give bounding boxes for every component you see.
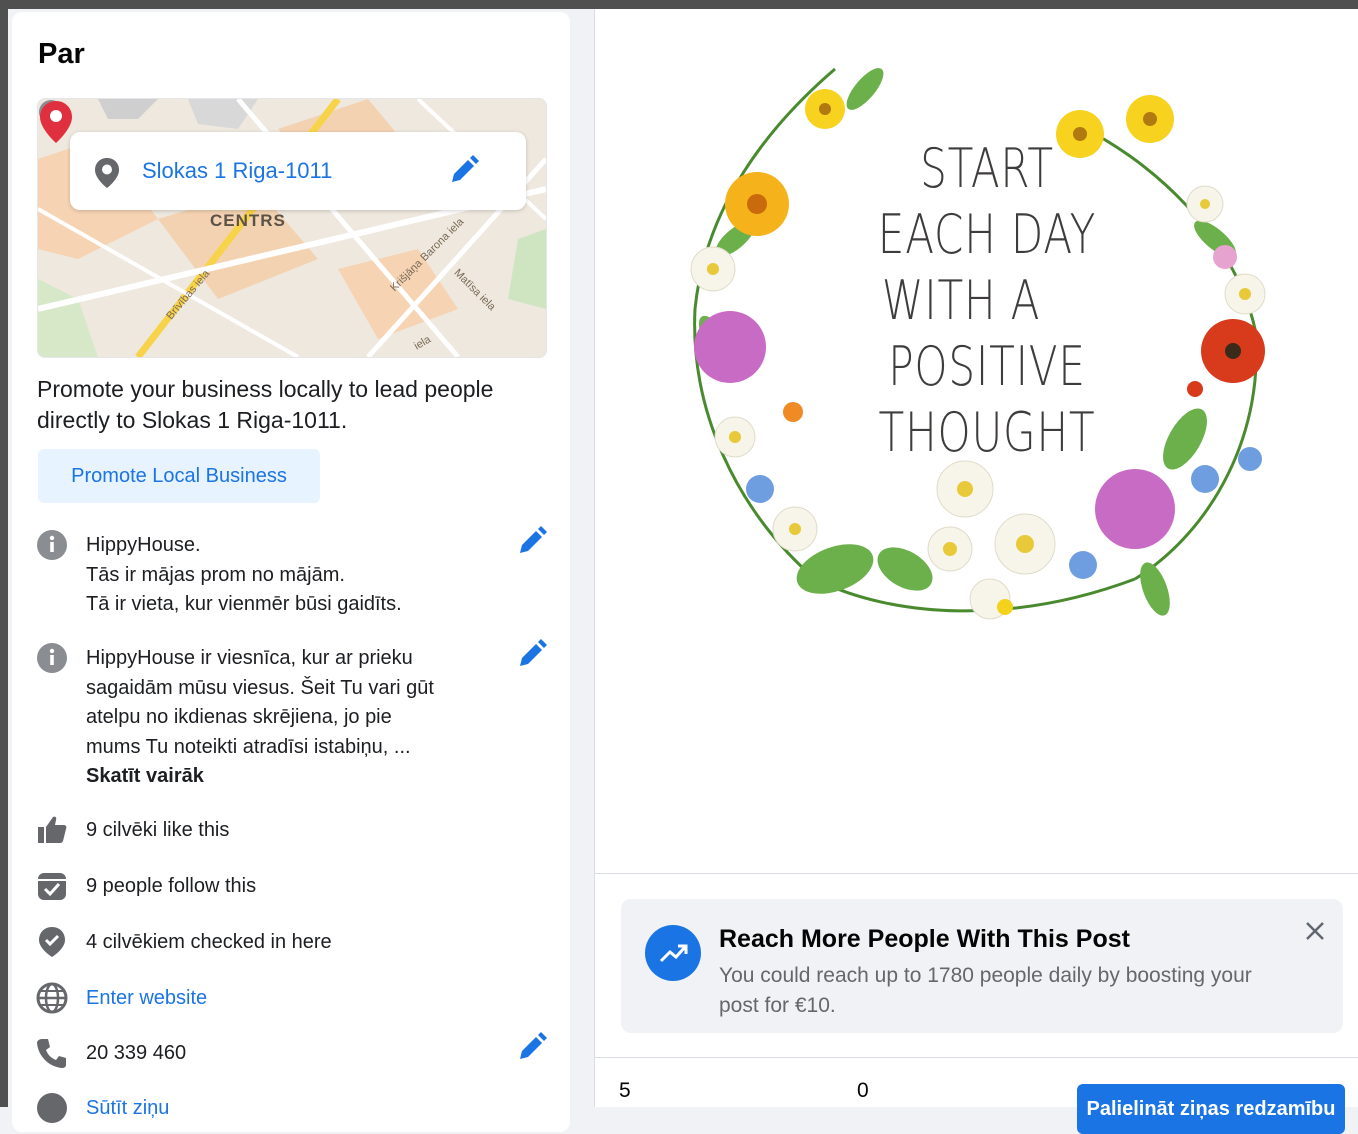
post-image[interactable]: START EACH DAY WITH A POSITIVE THOUGHT [595, 9, 1358, 873]
post-stat-engagements: 0 [857, 1079, 869, 1102]
pencil-icon[interactable] [446, 154, 480, 188]
description-text: HippyHouse ir viesnīca, kur ar prieku sa… [86, 644, 496, 792]
boost-body: You could reach up to 1780 people daily … [719, 964, 1252, 1017]
checkins-row: 4 cilvēkiem checked in here [36, 926, 566, 958]
promote-local-business-button[interactable]: Promote Local Business [38, 449, 320, 503]
website-row: Enter website [36, 982, 566, 1014]
quote-line: WITH A [881, 269, 1041, 332]
divider [595, 873, 1358, 874]
follows-row: 9 people follow this [36, 870, 566, 902]
pencil-icon[interactable] [514, 638, 548, 672]
boost-title: Reach More People With This Post [719, 925, 1130, 953]
intro-text: HippyHouse. Tās ir mājas prom no mājām. … [86, 534, 402, 615]
pencil-icon[interactable] [514, 1031, 548, 1065]
map-marker-icon [40, 101, 72, 143]
likes-text: 9 cilvēki like this [86, 819, 230, 841]
phone-row: 20 339 460 [36, 1032, 566, 1069]
boost-post-button[interactable]: Palielināt ziņas redzamību [1077, 1084, 1345, 1134]
follow-check-icon [38, 873, 66, 900]
phone-text: 20 339 460 [86, 1042, 187, 1064]
top-frame [0, 0, 1358, 9]
enter-website-link[interactable]: Enter website [86, 984, 496, 1014]
phone-icon [37, 1039, 66, 1068]
info-icon [37, 643, 67, 673]
globe-icon [36, 982, 68, 1014]
send-message-link[interactable]: Sūtīt ziņu [86, 1094, 496, 1124]
info-icon [37, 530, 67, 560]
location-pin-icon [95, 158, 119, 188]
about-card: Par CENTRS Brīvības iela Krišjāņa Barona… [12, 12, 570, 1132]
pencil-icon[interactable] [514, 525, 548, 559]
checkin-pin-icon [39, 927, 65, 957]
intro-row: HippyHouse. Tās ir mājas prom no mājām. … [36, 526, 566, 621]
close-icon[interactable] [1303, 919, 1327, 943]
likes-row: 9 cilvēki like this [36, 814, 566, 846]
boost-suggestion-card: Reach More People With This Post You cou… [621, 899, 1343, 1033]
messenger-icon [37, 1093, 67, 1123]
promote-description: Promote your business locally to lead pe… [37, 376, 494, 433]
description-row: HippyHouse ir viesnīca, kur ar prieku sa… [36, 639, 566, 792]
checkins-text: 4 cilvēkiem checked in here [86, 931, 332, 953]
quote-line: EACH DAY [877, 203, 1097, 266]
quote-line: START [920, 137, 1054, 200]
address-box: Slokas 1 Riga-1011 [70, 132, 526, 210]
about-title: Par [38, 38, 85, 70]
thumbs-up-icon [38, 816, 67, 843]
map-district-label: CENTRS [210, 211, 286, 230]
see-more-link[interactable]: Skatīt vairāk [86, 762, 496, 792]
post-stat-reached: 5 [619, 1079, 631, 1102]
left-frame [0, 0, 8, 1107]
divider [595, 1057, 1358, 1058]
quote-line: THOUGHT [878, 401, 1096, 464]
follows-text: 9 people follow this [86, 875, 257, 897]
message-row: Sūtīt ziņu [36, 1092, 566, 1124]
address-text[interactable]: Slokas 1 Riga-1011 [142, 158, 332, 184]
trending-up-icon [645, 925, 701, 981]
post-area: START EACH DAY WITH A POSITIVE THOUGHT R… [594, 9, 1358, 1134]
quote-line: POSITIVE [888, 335, 1086, 398]
